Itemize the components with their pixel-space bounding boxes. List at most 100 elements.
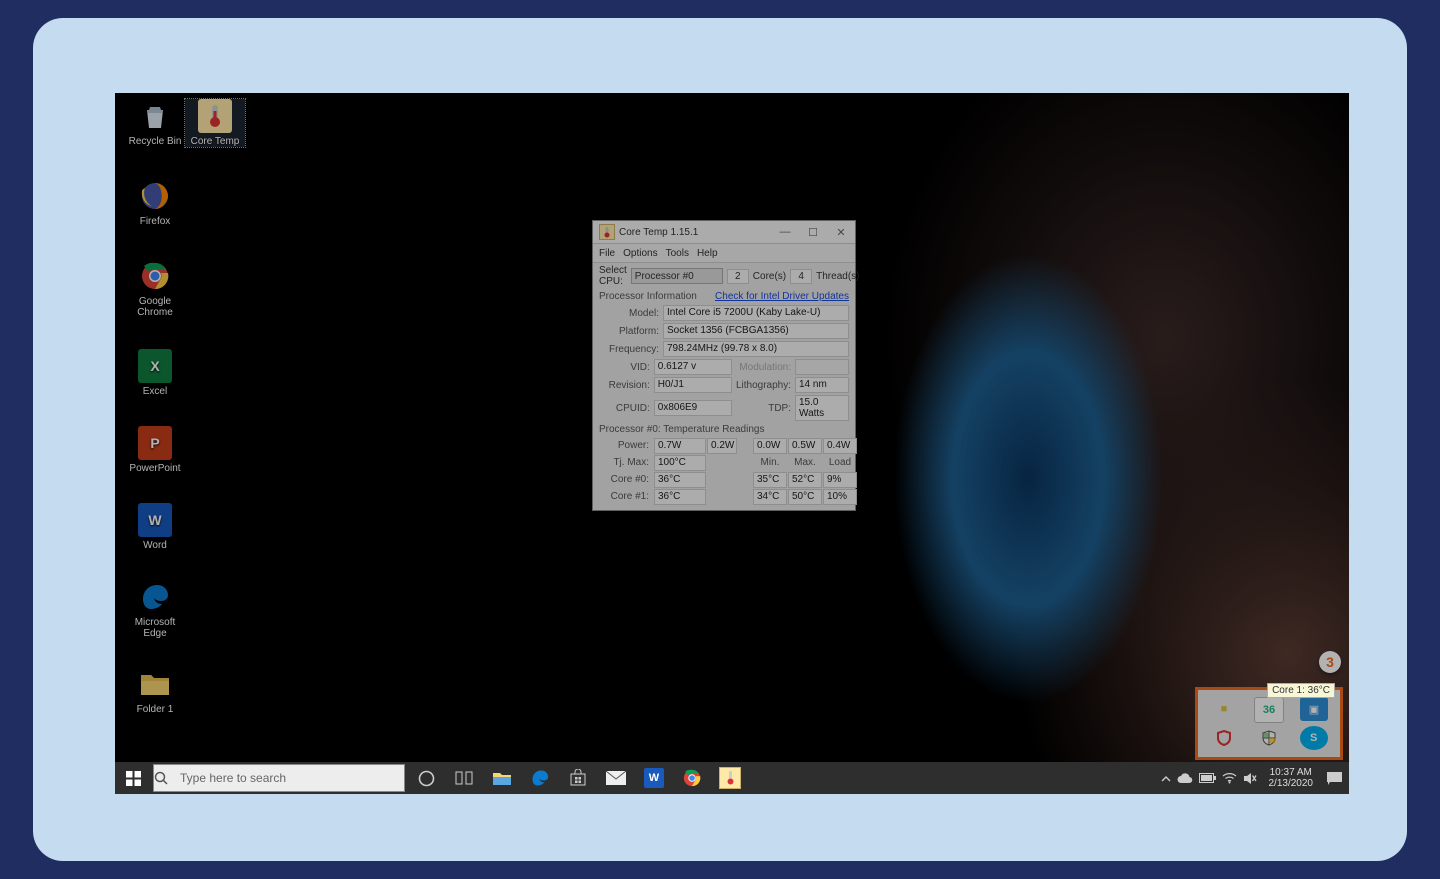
desktop-icon-recycle-bin[interactable]: Recycle Bin [125,99,185,147]
tjmax-label: Tj. Max: [599,456,653,470]
proc-info-label: Processor Information [599,291,697,302]
task-view-button[interactable] [445,762,483,794]
taskbar-clock[interactable]: 10:37 AM 2/13/2020 [1263,767,1320,789]
tray-mcafee-icon[interactable] [1210,726,1238,750]
vid-label: VID: [599,362,654,373]
desktop-icon-chrome[interactable]: Google Chrome [125,259,185,318]
clock-date: 2/13/2020 [1269,778,1314,789]
start-button[interactable] [115,762,151,794]
tray-skype-icon[interactable]: S [1300,726,1328,750]
core0-min: 35°C [753,472,787,488]
power-c3: 0.4W [823,438,857,454]
menu-file[interactable]: File [599,248,615,259]
recycle-bin-icon [138,99,172,133]
search-box[interactable]: Type here to search [153,764,405,792]
taskbar-core-temp[interactable] [711,762,749,794]
powerpoint-icon: P [138,426,172,460]
search-icon [154,771,180,785]
frequency-value: 798.24MHz (99.78 x 8.0) [663,341,849,357]
tray-coretemp-core1-icon[interactable]: 36 [1254,697,1284,723]
minimize-button[interactable]: — [771,221,799,243]
taskbar-mail[interactable] [597,762,635,794]
icon-label: Firefox [140,216,171,227]
menu-tools[interactable]: Tools [666,248,689,259]
desktop-icon-word[interactable]: W Word [125,503,185,551]
firefox-icon [138,179,172,213]
menu-help[interactable]: Help [697,248,718,259]
tdp-label: TDP: [732,403,795,414]
tray-app-icon[interactable]: ▣ [1300,697,1328,721]
tray-security-icon[interactable] [1255,726,1283,750]
driver-updates-link[interactable]: Check for Intel Driver Updates [715,291,849,302]
icon-label: Microsoft Edge [135,617,176,639]
desktop[interactable]: Recycle Bin Core Temp Firefox Google Chr… [115,93,1349,794]
taskbar-word[interactable]: W [635,762,673,794]
lithography-label: Lithography: [732,380,795,391]
search-placeholder: Type here to search [180,771,286,785]
power-c2: 0.5W [788,438,822,454]
tray-wifi-icon[interactable] [1222,772,1237,784]
desktop-icon-powerpoint[interactable]: P PowerPoint [125,426,185,474]
revision-value: H0/J1 [654,377,732,393]
power-v2: 0.2W [707,438,737,454]
titlebar[interactable]: Core Temp 1.15.1 — ☐ ✕ [593,221,855,244]
taskbar-chrome[interactable] [673,762,711,794]
icon-label: Excel [143,386,167,397]
tray-battery-icon[interactable] [1199,773,1216,783]
core1-min: 34°C [753,489,787,505]
select-cpu-label: Select CPU: [599,265,627,287]
tray-volume-icon[interactable] [1243,772,1257,785]
tdp-value: 15.0 Watts [795,395,849,421]
core0-load: 9% [823,472,857,488]
modulation-label: Modulation: [732,362,795,373]
taskbar-edge[interactable] [521,762,559,794]
maximize-button[interactable]: ☐ [799,221,827,243]
header-load: Load [823,456,857,470]
tray-flyout[interactable]: Core 1: 36°C ■ 36 ▣ S [1195,687,1343,760]
cores-label: Core(s) [753,271,786,282]
taskbar-store[interactable] [559,762,597,794]
close-button[interactable]: ✕ [827,221,855,243]
core0-max: 52°C [788,472,822,488]
tray-onedrive-icon[interactable] [1177,773,1193,784]
chrome-icon [138,259,172,293]
temp-section-label: Processor #0: Temperature Readings [593,422,855,437]
step-badge: 3 [1319,651,1341,673]
core1-max: 50°C [788,489,822,505]
excel-icon: X [138,349,172,383]
desktop-icon-excel[interactable]: X Excel [125,349,185,397]
tray-chevron-up-icon[interactable] [1161,775,1171,782]
cpuid-label: CPUID: [599,403,654,414]
core1-label: Core #1: [599,490,653,504]
windows-icon [126,771,141,786]
tray-flyout-callout: 3 Core 1: 36°C ■ 36 ▣ S [1195,687,1343,760]
core-temp-window[interactable]: Core Temp 1.15.1 — ☐ ✕ File Options Tool… [592,220,856,511]
frequency-label: Frequency: [599,344,663,355]
tray-tooltip: Core 1: 36°C [1267,683,1335,698]
cpu-dropdown[interactable]: Processor #0 [631,268,723,284]
word-icon: W [138,503,172,537]
action-center-button[interactable] [1319,762,1349,794]
icon-label: Google Chrome [137,296,173,318]
desktop-icon-edge[interactable]: Microsoft Edge [125,580,185,639]
cpuid-value: 0x806E9 [654,400,732,416]
icon-label: Folder 1 [137,704,174,715]
clock-time: 10:37 AM [1269,767,1314,778]
modulation-value [795,359,849,375]
icon-label: Recycle Bin [129,136,182,147]
core-temp-icon [198,99,232,133]
menubar: File Options Tools Help [593,244,855,263]
desktop-icon-folder1[interactable]: Folder 1 [125,667,185,715]
menu-options[interactable]: Options [623,248,657,259]
tray-coretemp-core0-icon[interactable]: ■ [1210,697,1238,721]
taskbar-file-explorer[interactable] [483,762,521,794]
edge-icon [138,580,172,614]
tjmax-value: 100°C [654,455,706,471]
power-c1: 0.0W [753,438,787,454]
desktop-icon-firefox[interactable]: Firefox [125,179,185,227]
cortana-button[interactable] [407,762,445,794]
icon-label: Word [143,540,167,551]
threads-label: Thread(s) [816,271,859,282]
desktop-icon-core-temp[interactable]: Core Temp [185,99,245,147]
icon-label: PowerPoint [129,463,180,474]
